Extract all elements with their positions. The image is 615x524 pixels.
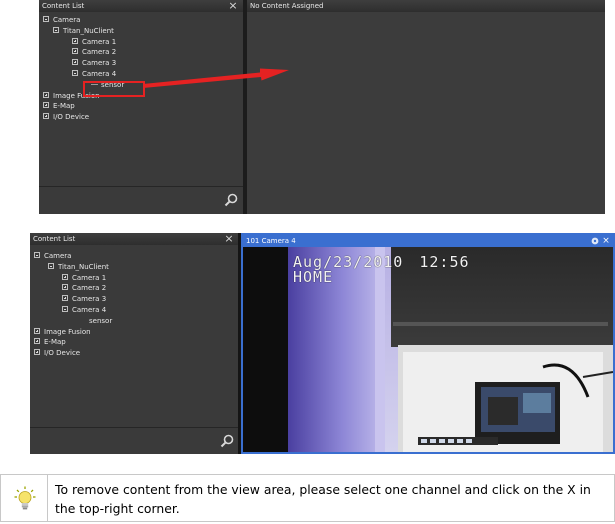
expand-icon[interactable] <box>43 91 49 98</box>
expand-icon[interactable] <box>34 349 40 356</box>
tree-item-titan-nuclient[interactable]: Titan_NuClient <box>34 262 112 273</box>
tree-item-camera-3[interactable]: Camera 3 <box>34 294 112 305</box>
device-tree: Camera Titan_NuClient Camera 1 Camera 2 … <box>34 251 112 359</box>
tip-text: To remove content from the view area, pl… <box>47 474 615 522</box>
close-icon[interactable]: × <box>601 235 611 247</box>
tree-item-sensor[interactable]: sensor <box>34 316 112 327</box>
collapse-icon[interactable] <box>62 305 68 312</box>
expand-icon[interactable] <box>34 338 40 345</box>
camera-view-title: 101 Camera 4 <box>246 237 296 245</box>
top-screenshot: Content List × Camera Titan_NuClient Cam… <box>39 0 605 214</box>
lightbulb-icon <box>14 486 36 510</box>
settings-icon[interactable] <box>591 237 599 245</box>
expand-icon[interactable] <box>34 327 40 334</box>
bottom-screenshot: Content List × Camera Titan_NuClient Cam… <box>30 233 615 454</box>
expand-icon[interactable] <box>72 59 78 66</box>
collapse-icon[interactable] <box>43 16 49 22</box>
expand-icon[interactable] <box>72 37 78 44</box>
camera-view-channel[interactable]: 101 Camera 4 × Aug/23/2010 12:56 HOME <box>241 233 615 454</box>
collapse-icon[interactable] <box>53 26 59 33</box>
expand-icon[interactable] <box>62 284 68 291</box>
content-list-footer-divider <box>30 427 238 428</box>
camera-view-header: 101 Camera 4 × <box>243 235 613 247</box>
collapse-icon[interactable] <box>48 262 54 269</box>
tip-box: To remove content from the view area, pl… <box>0 474 615 522</box>
tree-item-camera-2[interactable]: Camera 2 <box>34 283 112 294</box>
tree-item-camera-1[interactable]: Camera 1 <box>34 273 112 284</box>
content-list-panel: Content List × Camera Titan_NuClient Cam… <box>30 233 238 454</box>
content-list-title: Content List <box>30 233 238 245</box>
tree-item-camera[interactable]: Camera <box>43 15 124 26</box>
content-list-close-button[interactable]: × <box>223 233 235 245</box>
tree-item-io-device[interactable]: I/O Device <box>43 112 124 123</box>
tree-item-e-map[interactable]: E-Map <box>34 337 112 348</box>
expand-icon[interactable] <box>43 113 49 120</box>
tree-item-camera-4[interactable]: Camera 4 <box>34 305 112 316</box>
view-panel[interactable]: No Content Assigned <box>247 0 605 214</box>
tree-item-camera[interactable]: Camera <box>34 251 112 262</box>
tree-item-camera-3[interactable]: Camera 3 <box>43 58 124 69</box>
tree-item-image-fusion[interactable]: Image Fusion <box>34 327 112 338</box>
sensor-highlight-box <box>83 81 145 97</box>
tip-icon-cell <box>0 474 48 522</box>
collapse-icon[interactable] <box>72 69 78 76</box>
collapse-icon[interactable] <box>34 252 40 258</box>
expand-icon[interactable] <box>43 102 49 109</box>
search-icon[interactable] <box>224 193 238 207</box>
content-list-title: Content List <box>39 0 243 12</box>
osd-location-label: HOME <box>293 268 334 286</box>
device-tree: Camera Titan_NuClient Camera 1 Camera 2 … <box>43 15 124 123</box>
search-icon[interactable] <box>220 434 234 448</box>
view-title: No Content Assigned <box>247 0 605 12</box>
tree-item-camera-4[interactable]: Camera 4 <box>43 69 124 80</box>
tree-item-titan-nuclient[interactable]: Titan_NuClient <box>43 26 124 37</box>
expand-icon[interactable] <box>72 48 78 55</box>
tree-item-camera-1[interactable]: Camera 1 <box>43 37 124 48</box>
tree-item-e-map[interactable]: E-Map <box>43 101 124 112</box>
content-list-footer-divider <box>39 186 243 187</box>
expand-icon[interactable] <box>62 273 68 280</box>
tree-item-camera-2[interactable]: Camera 2 <box>43 47 124 58</box>
arrow-right-icon <box>143 68 289 88</box>
tree-item-io-device[interactable]: I/O Device <box>34 348 112 359</box>
content-list-panel: Content List × Camera Titan_NuClient Cam… <box>39 0 243 214</box>
expand-icon[interactable] <box>62 295 68 302</box>
content-list-close-button[interactable]: × <box>227 0 239 12</box>
